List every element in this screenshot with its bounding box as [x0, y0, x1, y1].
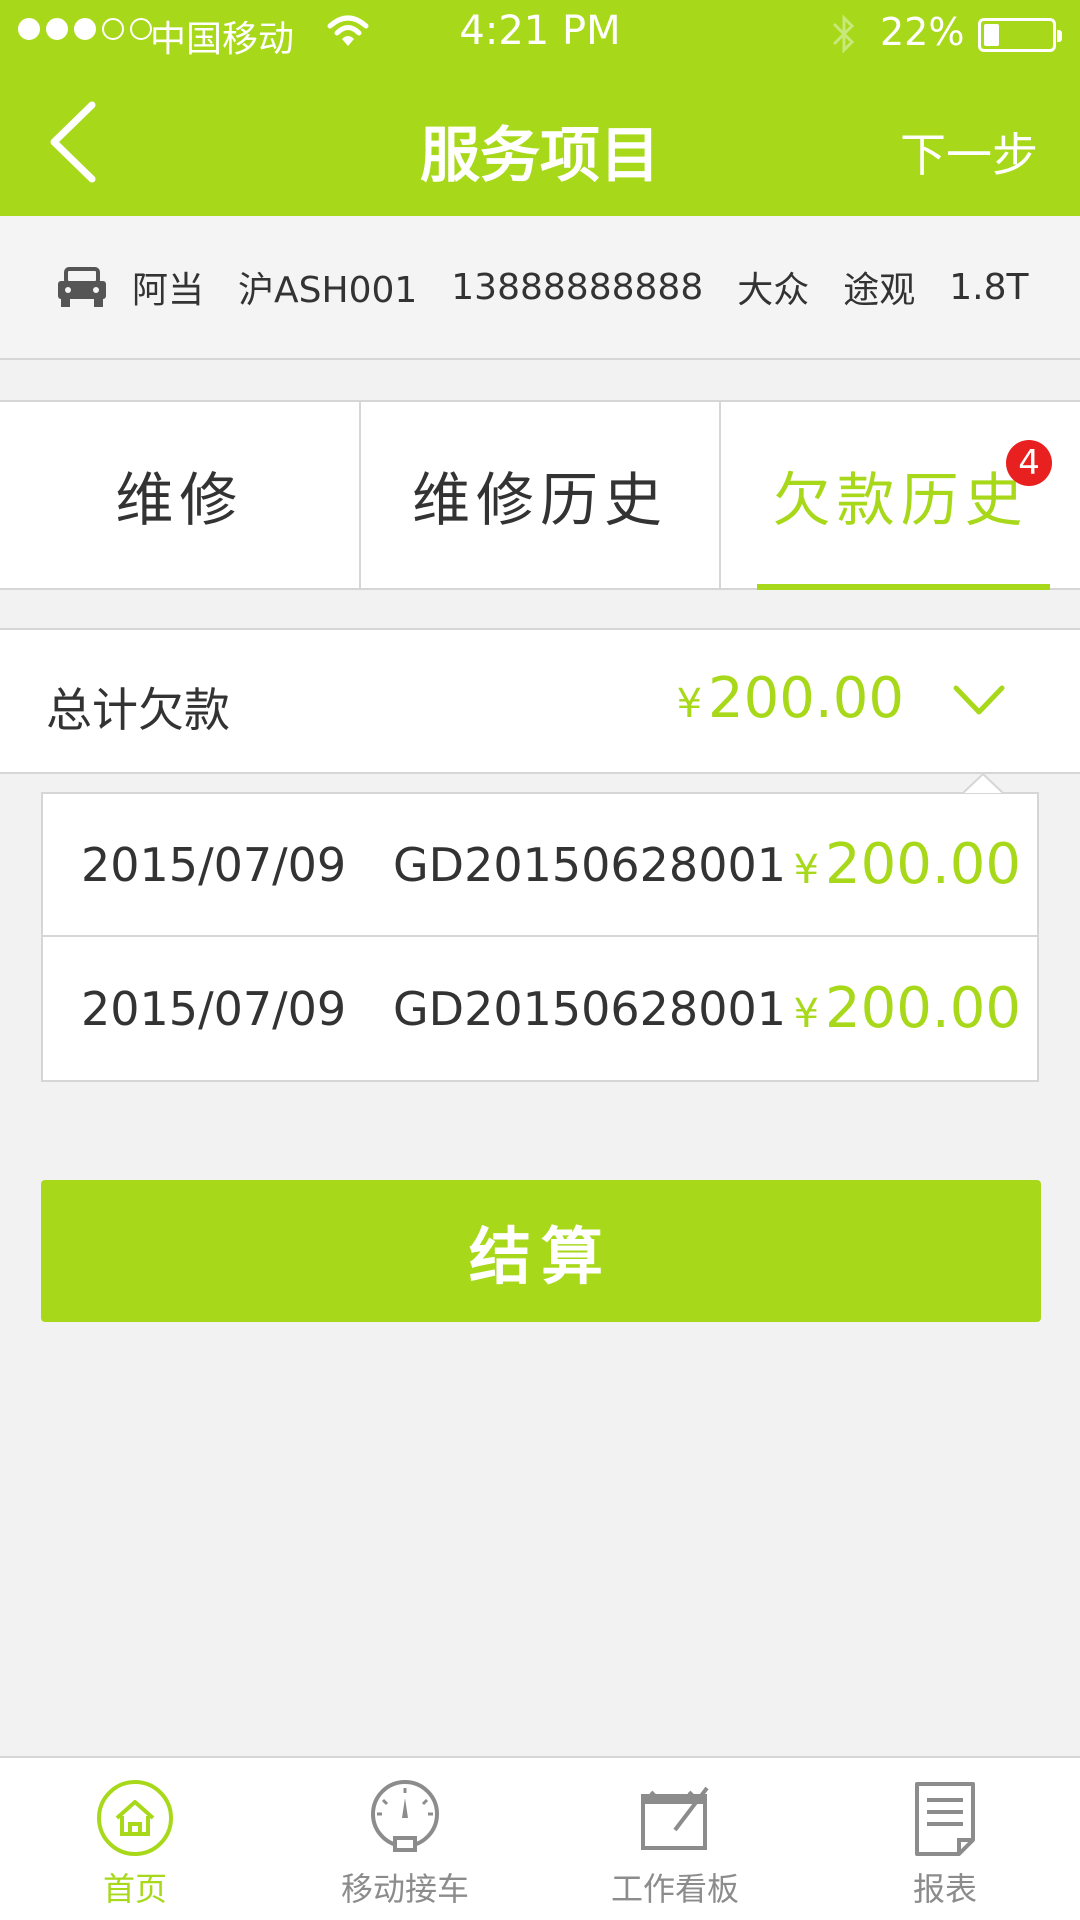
car-icon: [58, 267, 106, 307]
tabbar-label: 工作看板: [610, 1870, 739, 1908]
next-step-button[interactable]: 下一步: [900, 119, 1038, 185]
tabbar-item-report[interactable]: 报表: [810, 1758, 1080, 1920]
record-order-number: GD20150628001: [393, 981, 786, 1036]
tabbar-item-work-board[interactable]: 工作看板: [540, 1758, 810, 1920]
total-debt-label: 总计欠款: [46, 683, 230, 737]
bottom-tab-bar: 首页 移动接车 工作看板 报表: [0, 1756, 1080, 1920]
notification-badge: 4: [1006, 440, 1053, 486]
debt-record-row[interactable]: 2015/07/09 GD20150628001 ¥200.00: [43, 794, 1037, 937]
service-tabs: 维修 维修历史 欠款历史 4: [0, 400, 1080, 590]
total-debt-amount: ¥200.00: [677, 666, 904, 731]
tabbar-item-mobile-reception[interactable]: 移动接车: [270, 1758, 540, 1920]
battery-percent: 22%: [880, 10, 965, 54]
currency-symbol: ¥: [676, 681, 703, 727]
bluetooth-icon: [832, 14, 855, 54]
tabbar-label: 报表: [912, 1870, 977, 1908]
amount-value: 200.00: [825, 976, 1021, 1041]
screen: 中国移动 4:21 PM 22% 服务项目 下一步 阿当 沪ASH001 138…: [0, 0, 1080, 1920]
tabbar-label: 首页: [102, 1870, 167, 1908]
record-date: 2015/07/09: [81, 837, 347, 892]
record-order-number: GD20150628001: [393, 837, 786, 892]
debt-records-list: 2015/07/09 GD20150628001 ¥200.00 2015/07…: [41, 773, 1039, 1082]
tab-label: 欠款历史: [772, 466, 1029, 534]
battery-level: [984, 24, 999, 46]
report-icon: [915, 1782, 975, 1856]
license-plate: 沪ASH001: [238, 270, 418, 311]
nav-bar: 服务项目 下一步: [0, 67, 1080, 216]
tab-label: 维修历史: [412, 466, 669, 534]
engine-size: 1.8T: [949, 266, 1029, 308]
debt-record-row[interactable]: 2015/07/09 GD20150628001 ¥200.00: [43, 937, 1037, 1080]
chevron-down-icon[interactable]: [952, 682, 1006, 718]
dropdown-caret: [963, 773, 1003, 793]
currency-symbol: ¥: [793, 847, 820, 893]
gauge-icon: [371, 1780, 439, 1852]
car-brand: 大众: [737, 270, 810, 311]
record-date: 2015/07/09: [81, 981, 347, 1036]
record-amount: ¥200.00: [794, 832, 1021, 897]
phone-number: 13888888888: [451, 266, 704, 308]
tab-repair-history[interactable]: 维修历史: [358, 402, 720, 588]
currency-symbol: ¥: [793, 991, 820, 1037]
tabbar-item-home[interactable]: 首页: [0, 1758, 270, 1920]
battery-icon: [978, 18, 1062, 52]
tab-repair[interactable]: 维修: [0, 402, 359, 588]
customer-name: 阿当: [132, 270, 205, 311]
customer-info-bar: 阿当 沪ASH001 13888888888 大众 途观 1.8T: [0, 216, 1080, 360]
amount-value: 200.00: [825, 832, 1021, 897]
total-debt-row[interactable]: 总计欠款 ¥200.00: [0, 628, 1080, 774]
record-amount: ¥200.00: [794, 976, 1021, 1041]
top-bar: 中国移动 4:21 PM 22% 服务项目 下一步: [0, 0, 1080, 216]
amount-value: 200.00: [708, 666, 904, 731]
settle-button[interactable]: 结算: [41, 1180, 1041, 1322]
tabbar-label: 移动接车: [340, 1870, 469, 1908]
tab-label: 维修: [115, 466, 244, 534]
tab-debt-history[interactable]: 欠款历史 4: [719, 402, 1080, 590]
board-icon: [641, 1786, 709, 1850]
status-bar: 中国移动 4:21 PM 22%: [0, 0, 1080, 67]
car-model: 途观: [843, 270, 916, 311]
home-icon: [97, 1780, 173, 1856]
